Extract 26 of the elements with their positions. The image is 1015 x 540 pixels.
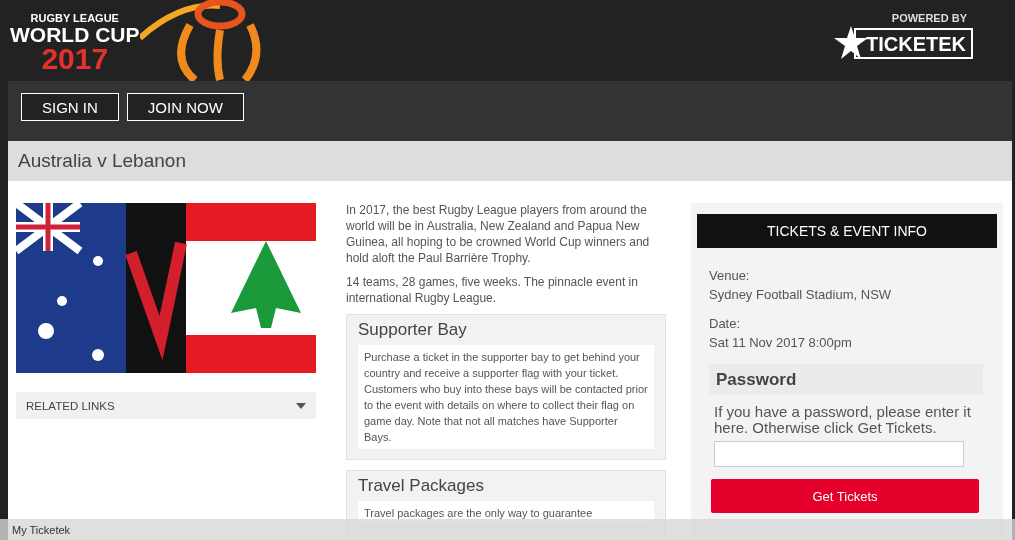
- related-links-label: RELATED LINKS: [26, 399, 115, 412]
- panel-heading: Supporter Bay: [358, 322, 468, 338]
- intro-paragraph: 14 teams, 28 games, five weeks. The pinnacle event in international Rugby League.: [346, 274, 639, 306]
- password-hint: If you have a password, please enter it here. Otherwise click Get Tickets.: [714, 404, 972, 436]
- password-field[interactable]: [714, 441, 964, 467]
- my-ticketek-link[interactable]: My Ticketek: [12, 523, 71, 536]
- related-links-toggle[interactable]: RELATED LINKS: [16, 392, 316, 419]
- get-tickets-button[interactable]: Get Tickets: [711, 479, 979, 513]
- detail-value: Sat 11 Nov 2017 8:00pm: [709, 335, 853, 350]
- nav-button[interactable]: SIGN IN: [21, 93, 119, 121]
- ticketek-logo-text: TICKETEK: [854, 27, 973, 59]
- logo-text: RUGBY LEAGUE: [30, 12, 119, 24]
- logo-year: 2017: [41, 45, 109, 73]
- detail-label: Date:: [709, 316, 742, 331]
- password-heading: Password: [709, 364, 983, 395]
- tickets-header: TICKETS & EVENT INFO: [697, 214, 997, 248]
- powered-by-text: POWERED BY: [891, 12, 967, 24]
- event-title: Australia v Lebanon: [8, 141, 1012, 181]
- nav-button[interactable]: JOIN NOW: [126, 93, 244, 121]
- star-icon: [834, 26, 868, 60]
- detail-value: Sydney Football Stadium, NSW: [709, 287, 893, 302]
- intro-paragraph: In 2017, the best Rugby League players from around the world will be in Australia, New Zealand and Papua New Guinea, all hoping to be crowned World Cup winners and hold aloft the Paul Barrière Trophy.: [346, 202, 651, 266]
- logo-text: WORLD CUP: [10, 24, 140, 45]
- panel-heading: Travel Packages: [358, 478, 485, 494]
- detail-label: Venue:: [709, 268, 751, 283]
- panel-text: Purchase a ticket in the supporter bay to get behind your country and receive a supporter flag with your ticket. Customers who buy into these bays will be contacted prior to the event with details on where to collect their flag on game day. Note that not all matches have Supporter Bays.: [358, 345, 654, 449]
